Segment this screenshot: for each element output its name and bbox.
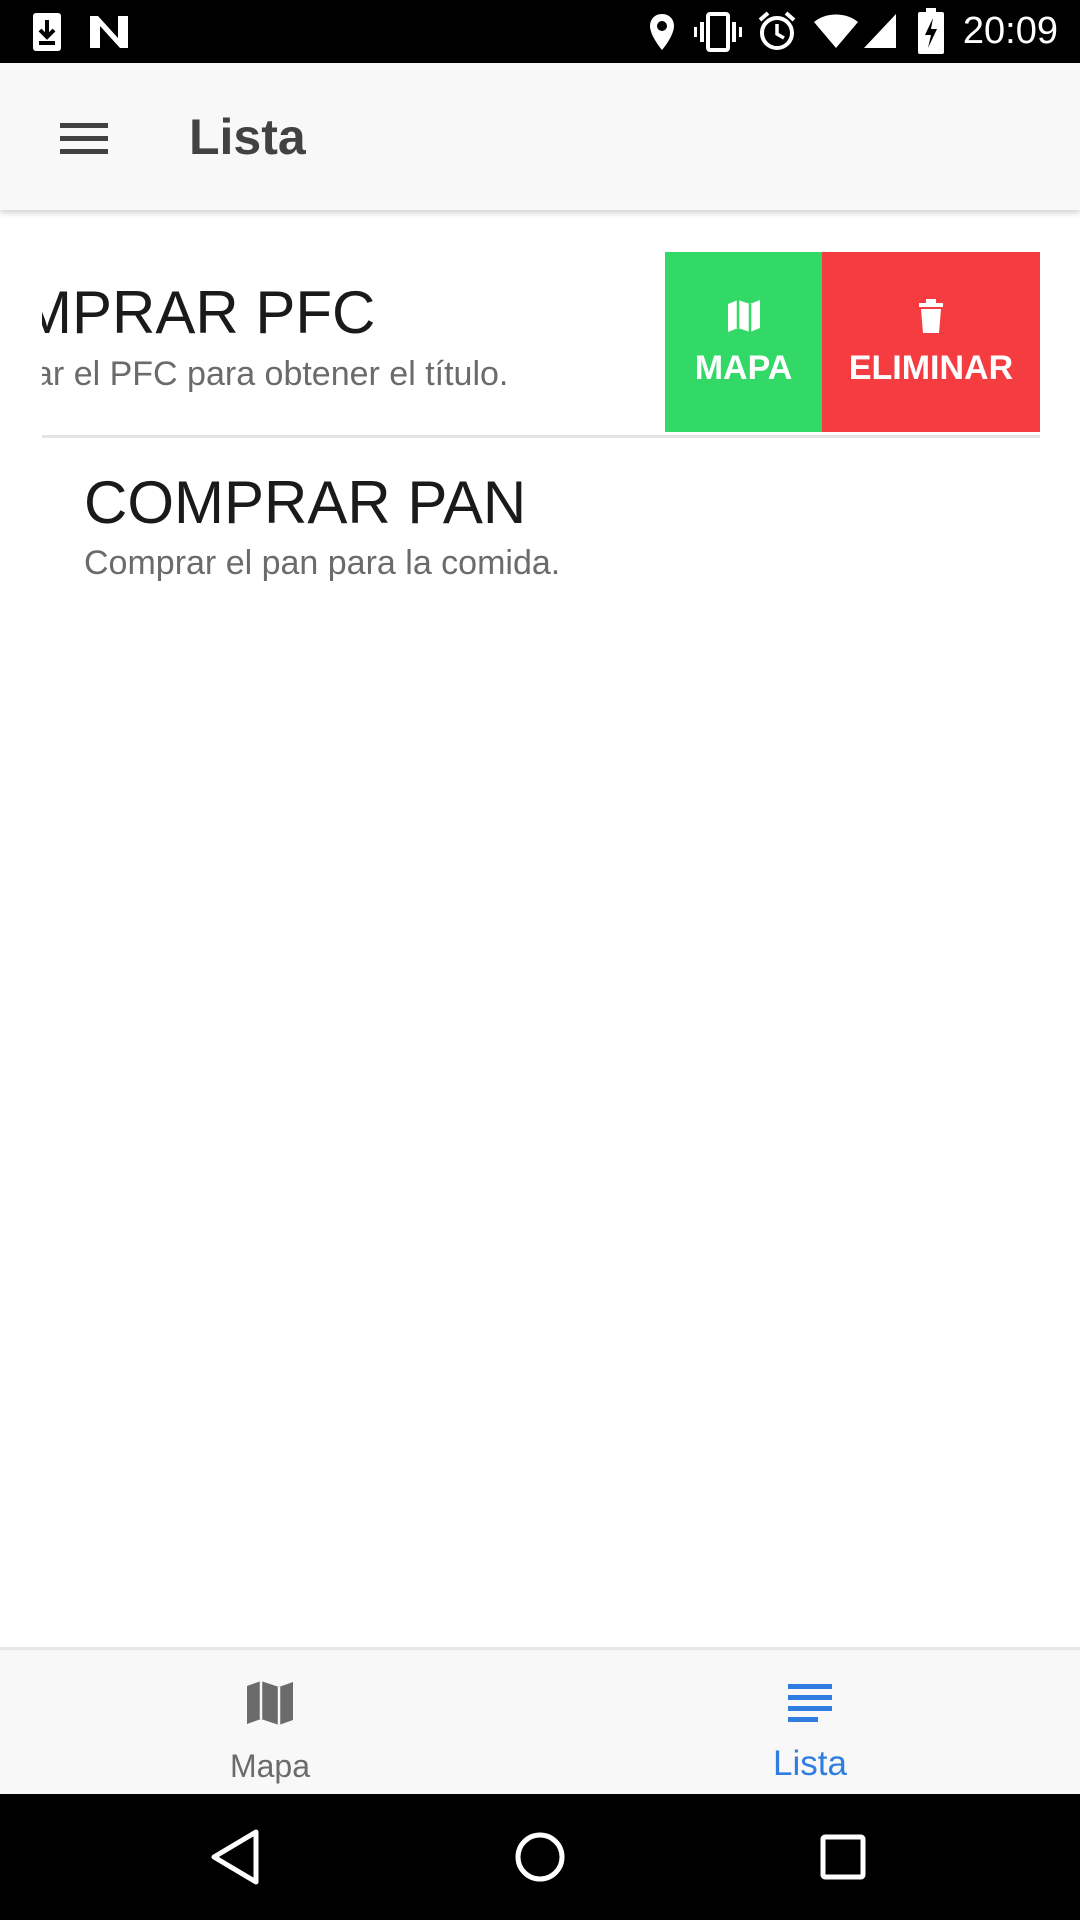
map-icon: [247, 1681, 293, 1725]
notification-n-icon: [90, 16, 128, 48]
bottom-navigation: Mapa Lista: [0, 1647, 1080, 1794]
nav-label-lista: Lista: [773, 1744, 847, 1783]
list-item-title: COMPRAR PAN: [84, 469, 527, 536]
battery-charging-icon: [918, 8, 944, 54]
list-item[interactable]: COMPRAR PFC Terminar el PFC para obtener…: [42, 252, 1040, 436]
home-icon[interactable]: [507, 1824, 573, 1890]
map-action-button[interactable]: MAPA: [665, 252, 822, 432]
trash-icon: [919, 299, 943, 333]
swipe-actions: MAPA ELIMINAR: [665, 252, 1040, 432]
cell-signal-icon: [864, 14, 896, 48]
nav-item-lista[interactable]: Lista: [540, 1650, 1080, 1794]
list-icon: [788, 1684, 832, 1722]
wifi-icon: [814, 14, 858, 48]
list-item-subtitle: Terminar el PFC para obtener el título.: [42, 355, 509, 393]
hamburger-menu-icon: [60, 123, 108, 154]
delete-action-button[interactable]: ELIMINAR: [822, 252, 1040, 432]
list-item[interactable]: COMPRAR PAN Comprar el pan para la comid…: [42, 462, 1040, 602]
list-item-title: COMPRAR PFC: [42, 279, 376, 346]
nav-item-mapa[interactable]: Mapa: [0, 1650, 540, 1794]
vibrate-icon: [694, 12, 742, 52]
list-item-subtitle: Comprar el pan para la comida.: [84, 544, 561, 582]
location-icon: [650, 14, 674, 50]
recents-icon[interactable]: [810, 1824, 876, 1890]
menu-button[interactable]: [44, 103, 124, 173]
map-action-label: MAPA: [694, 349, 793, 387]
nav-label-mapa: Mapa: [229, 1748, 311, 1784]
app-bar: Lista: [0, 63, 1080, 210]
map-icon: [727, 300, 760, 332]
alarm-icon: [758, 11, 796, 50]
back-icon[interactable]: [204, 1824, 270, 1890]
divider: [42, 435, 1040, 438]
status-time: 20:09: [962, 10, 1058, 52]
delete-action-label: ELIMINAR: [848, 349, 1014, 387]
status-bar: 20:09: [0, 0, 1080, 63]
task-list: COMPRAR PFC Terminar el PFC para obtener…: [0, 210, 1080, 1647]
system-navigation-bar: [0, 1794, 1080, 1920]
download-icon: [33, 13, 61, 51]
page-title: Lista: [189, 109, 306, 165]
